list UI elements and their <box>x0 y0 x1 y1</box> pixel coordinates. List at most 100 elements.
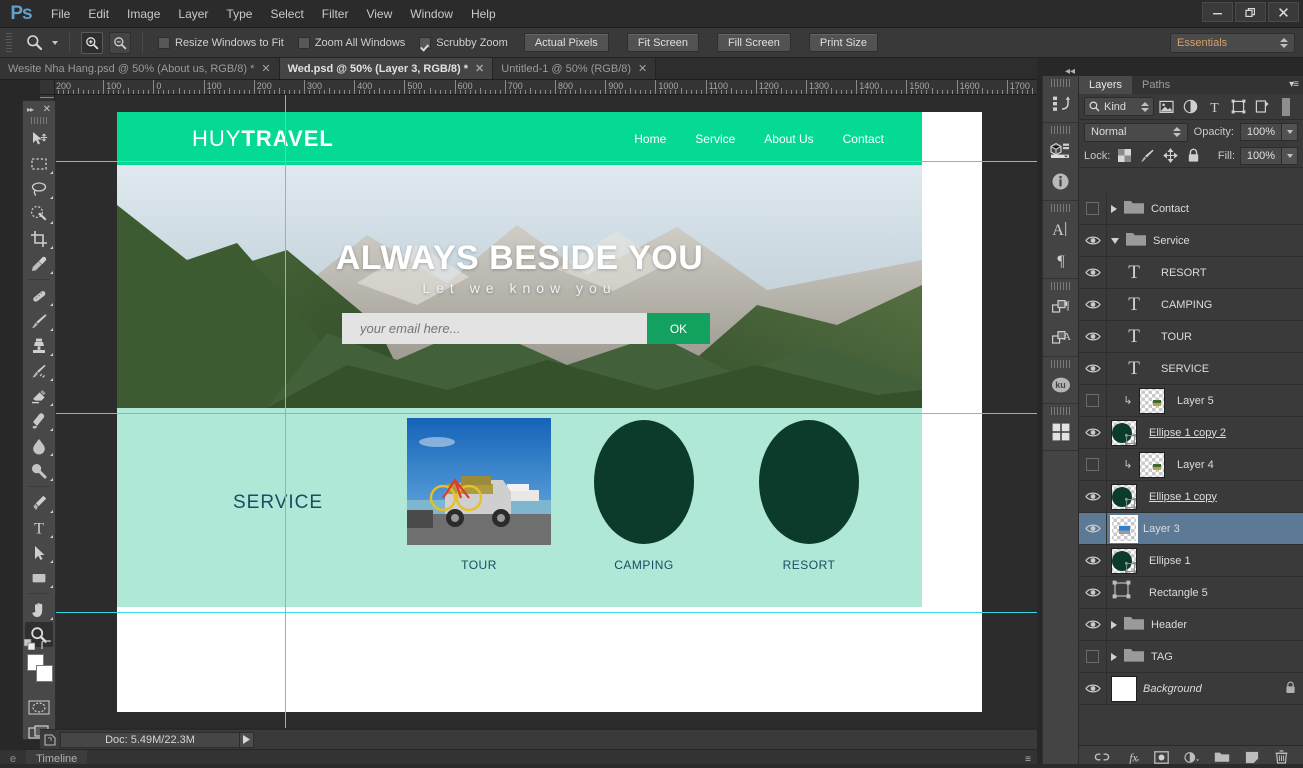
layer-row[interactable]: Contact <box>1079 193 1303 225</box>
filter-shape-icon[interactable] <box>1226 96 1250 118</box>
layer-name[interactable]: Contact <box>1151 203 1189 215</box>
layer-name[interactable]: Ellipse 1 <box>1149 555 1191 567</box>
document-tab-untitled-1[interactable]: Untitled-1 @ 50% (RGB/8) ✕ <box>493 58 657 79</box>
opacity-chevron-down-icon[interactable] <box>1282 123 1298 141</box>
layer-thumbnail[interactable]: T <box>1123 292 1149 318</box>
swap-colors-icon[interactable] <box>40 640 52 654</box>
info-icon[interactable] <box>1043 166 1078 197</box>
layer-row[interactable]: Rectangle 5 <box>1079 576 1303 609</box>
service-item-tour[interactable]: TOUR <box>407 418 551 572</box>
dodge-tool[interactable] <box>23 458 55 483</box>
path-selection-tool[interactable] <box>23 540 55 565</box>
status-menu-arrow-icon[interactable] <box>240 731 254 748</box>
restore-button[interactable] <box>1235 2 1266 22</box>
dock-grip[interactable] <box>1051 360 1070 368</box>
flyout-corner-icon[interactable] <box>50 403 53 406</box>
layer-visibility-eye-icon[interactable] <box>1079 544 1107 577</box>
clone-stamp-tool[interactable] <box>23 333 55 358</box>
delete-layer-icon[interactable] <box>1274 749 1290 765</box>
layer-visibility-eye-icon[interactable] <box>1079 512 1107 545</box>
layer-thumbnail[interactable] <box>1110 514 1138 543</box>
close-icon[interactable]: ✕ <box>261 62 270 75</box>
layer-name[interactable]: SERVICE <box>1161 363 1209 375</box>
add-layer-mask-icon[interactable] <box>1154 749 1170 765</box>
layer-thumbnail[interactable] <box>1111 547 1137 574</box>
layer-name[interactable]: TOUR <box>1161 331 1192 343</box>
layer-visibility-eye-icon[interactable] <box>1079 576 1107 609</box>
layer-visibility-eye-icon[interactable] <box>1079 480 1107 513</box>
site-nav-contact[interactable]: Contact <box>843 132 884 146</box>
lock-all-icon[interactable] <box>1184 147 1202 165</box>
close-icon[interactable]: ✕ <box>475 62 484 75</box>
layer-thumbnail[interactable] <box>1139 451 1165 478</box>
layer-row[interactable]: Layer 3 <box>1079 512 1303 545</box>
actual-pixels-button[interactable]: Actual Pixels <box>523 33 609 52</box>
checkbox-box[interactable] <box>158 36 170 49</box>
chevron-down-icon[interactable] <box>1111 237 1119 244</box>
flyout-corner-icon[interactable] <box>50 617 53 620</box>
menu-image[interactable]: Image <box>118 0 169 28</box>
crop-tool[interactable] <box>23 226 55 251</box>
layer-row[interactable]: T SERVICE <box>1079 352 1303 385</box>
flyout-corner-icon[interactable] <box>50 221 53 224</box>
eyedropper-tool[interactable] <box>23 251 55 276</box>
eraser-tool[interactable] <box>23 383 55 408</box>
checkbox-box[interactable] <box>297 36 310 49</box>
document-tab-wed[interactable]: Wed.psd @ 50% (Layer 3, RGB/8) * ✕ <box>279 58 494 79</box>
layer-visibility-off-icon[interactable] <box>1079 384 1107 417</box>
add-layer-style-icon[interactable]: fx <box>1124 749 1140 765</box>
flyout-corner-icon[interactable] <box>50 428 53 431</box>
service-item-camping[interactable]: CAMPING <box>572 418 716 572</box>
site-nav-service[interactable]: Service <box>695 132 735 146</box>
layer-thumbnail[interactable] <box>1139 387 1165 414</box>
checkbox-box[interactable] <box>419 36 432 49</box>
layer-name[interactable]: Ellipse 1 copy 2 <box>1149 427 1226 439</box>
options-bar-grip[interactable] <box>6 32 12 53</box>
layer-visibility-eye-icon[interactable] <box>1079 288 1107 321</box>
link-layers-icon[interactable] <box>1094 749 1110 765</box>
menu-select[interactable]: Select <box>261 0 312 28</box>
default-colors-icon[interactable] <box>23 638 36 652</box>
rectangle-tool[interactable] <box>23 565 55 590</box>
layer-visibility-off-icon[interactable] <box>1079 640 1107 673</box>
layer-row[interactable]: Background <box>1079 672 1303 705</box>
3d-icon[interactable] <box>1043 135 1078 166</box>
close-button[interactable] <box>1268 2 1299 22</box>
site-nav-home[interactable]: Home <box>634 132 666 146</box>
scrubby-zoom-checkbox[interactable]: Scrubby Zoom <box>415 36 512 49</box>
zoom-icon[interactable] <box>22 32 46 54</box>
zoom-in-button[interactable] <box>81 31 103 54</box>
service-item-resort[interactable]: RESORT <box>737 418 881 572</box>
lock-transparent-pixels-icon[interactable] <box>1115 147 1133 165</box>
minimize-button[interactable] <box>1202 2 1233 22</box>
layer-visibility-eye-icon[interactable] <box>1079 320 1107 353</box>
flyout-corner-icon[interactable] <box>50 196 53 199</box>
flyout-corner-icon[interactable] <box>50 171 53 174</box>
lock-position-icon[interactable] <box>1161 147 1179 165</box>
layer-thumbnail[interactable] <box>1111 580 1137 606</box>
opacity-value[interactable]: 100% <box>1240 123 1282 141</box>
document-tab-wesite-nha-hang[interactable]: Wesite Nha Hang.psd @ 50% (About us, RGB… <box>0 58 280 79</box>
lasso-tool[interactable] <box>23 176 55 201</box>
layer-visibility-eye-icon[interactable] <box>1079 672 1107 705</box>
layer-name[interactable]: Rectangle 5 <box>1149 587 1208 599</box>
artboard[interactable]: HUYTRAVEL Home Service About Us Contact <box>117 112 982 712</box>
flyout-corner-icon[interactable] <box>50 246 53 249</box>
close-icon[interactable]: ✕ <box>638 62 647 75</box>
panel-collapse-icon[interactable]: ◂◂ <box>1065 66 1075 77</box>
layer-name[interactable]: Layer 5 <box>1177 395 1214 407</box>
layer-row[interactable]: Header <box>1079 608 1303 641</box>
pen-tool[interactable] <box>23 490 55 515</box>
guide-horizontal-2[interactable] <box>55 413 1037 414</box>
layer-thumbnail[interactable] <box>1111 419 1137 446</box>
flyout-corner-icon[interactable] <box>50 453 53 456</box>
flyout-corner-icon[interactable] <box>50 328 53 331</box>
filter-type-icon[interactable]: T <box>1202 96 1226 118</box>
dock-grip[interactable] <box>1051 126 1070 134</box>
layer-name[interactable]: Header <box>1151 619 1187 631</box>
new-fill-adjustment-icon[interactable] <box>1183 749 1200 765</box>
horizontal-ruler[interactable]: 200 100 0 100 200 300 400 500 600 700 800 900 1000 11… <box>55 80 1037 95</box>
workspace-selector[interactable]: Essentials <box>1170 33 1295 53</box>
layer-name[interactable]: Ellipse 1 copy <box>1149 491 1217 503</box>
menu-help[interactable]: Help <box>462 0 505 28</box>
